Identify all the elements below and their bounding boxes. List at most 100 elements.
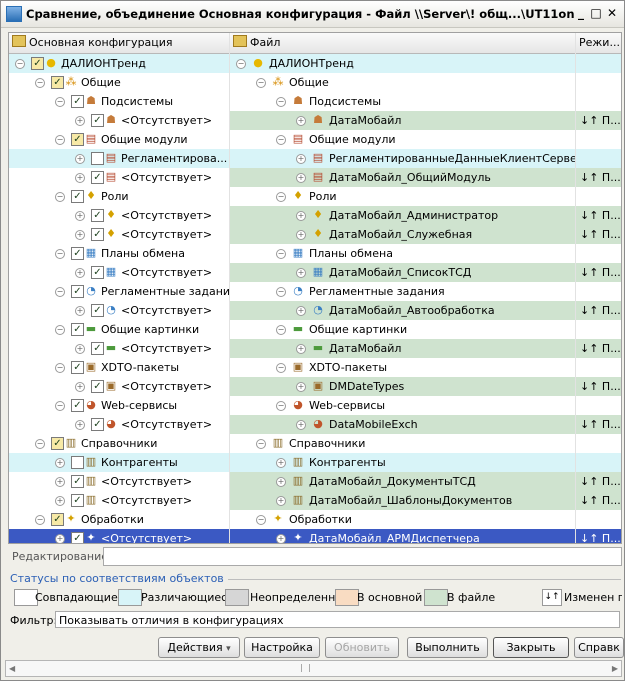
column-header-main-config[interactable]: Основная конфигурация xyxy=(9,33,230,53)
collapse-icon[interactable]: − xyxy=(276,401,286,411)
merge-mode-cell[interactable]: ↓↑ П... xyxy=(576,301,621,320)
expand-icon[interactable]: + xyxy=(296,116,306,126)
merge-checkbox[interactable]: ✓ xyxy=(71,494,84,507)
merge-mode-cell[interactable]: ↓↑ П... xyxy=(576,111,621,130)
tree-row[interactable]: + ▤ Регламентирова... + ▤ РегламентированныеД… xyxy=(9,149,621,168)
collapse-icon[interactable]: − xyxy=(55,363,65,373)
merge-mode-cell[interactable]: ↓↑ П... xyxy=(576,206,621,225)
tree-row[interactable]: − ✓ ▣ XDTO-пакеты − ▣ XDTO-пакеты xyxy=(9,358,621,377)
compare-tree-grid[interactable]: Основная конфигурация Файл Режи... − ✓ ● ДА… xyxy=(8,32,622,544)
tree-row[interactable]: − ✓ ▬ Общие картинки − ▬ Общие картинки xyxy=(9,320,621,339)
tree-row[interactable]: + ✓ ◔ <Отсутствует> + ◔ ДатаМобайл_Автообработ… xyxy=(9,301,621,320)
expand-icon[interactable]: + xyxy=(296,344,306,354)
merge-checkbox[interactable]: ✓ xyxy=(71,532,84,543)
expand-icon[interactable]: + xyxy=(276,496,286,506)
merge-checkbox[interactable]: ✓ xyxy=(91,304,104,317)
tree-row[interactable]: + ▥ Контрагенты + ▥ Контрагенты xyxy=(9,453,621,472)
collapse-icon[interactable]: − xyxy=(256,78,266,88)
merge-mode-cell[interactable] xyxy=(576,130,621,149)
merge-checkbox[interactable]: ✓ xyxy=(71,133,84,146)
tree-row[interactable]: + ✓ ▣ <Отсутствует> + ▣ DMDateTypes ↓↑ П... xyxy=(9,377,621,396)
collapse-icon[interactable]: − xyxy=(35,439,45,449)
merge-mode-cell[interactable] xyxy=(576,453,621,472)
expand-icon[interactable]: + xyxy=(296,420,306,430)
merge-mode-cell[interactable] xyxy=(576,358,621,377)
tree-row[interactable]: + ✓ ▬ <Отсутствует> + ▬ ДатаМобайл ↓↑ П... xyxy=(9,339,621,358)
expand-icon[interactable]: + xyxy=(55,477,65,487)
merge-checkbox[interactable]: ✓ xyxy=(31,57,44,70)
actions-button[interactable]: Действия ▾ xyxy=(158,637,240,658)
merge-checkbox[interactable]: ✓ xyxy=(71,190,84,203)
merge-mode-cell[interactable] xyxy=(576,434,621,453)
expand-icon[interactable]: + xyxy=(296,211,306,221)
execute-button[interactable]: Выполнить xyxy=(407,637,488,658)
expand-icon[interactable]: + xyxy=(276,458,286,468)
scroll-left-icon[interactable]: ◀ xyxy=(9,661,15,676)
tree-row[interactable]: − ✓ ▤ Общие модули − ▤ Общие модули xyxy=(9,130,621,149)
collapse-icon[interactable]: − xyxy=(256,439,266,449)
collapse-icon[interactable]: − xyxy=(276,97,286,107)
tree-row[interactable]: + ✓ ☗ <Отсутствует> + ☗ ДатаМобайл ↓↑ П... xyxy=(9,111,621,130)
expand-icon[interactable]: + xyxy=(296,268,306,278)
merge-checkbox[interactable]: ✓ xyxy=(91,380,104,393)
expand-icon[interactable]: + xyxy=(75,154,85,164)
expand-icon[interactable]: + xyxy=(75,382,85,392)
tree-row[interactable]: + ✓ ▦ <Отсутствует> + ▦ ДатаМобайл_СписокТСД ↓↑… xyxy=(9,263,621,282)
collapse-icon[interactable]: − xyxy=(35,78,45,88)
tree-row[interactable]: + ✓ ✦ <Отсутствует> + ✦ ДатаМобайл_АРМДиспетче… xyxy=(9,529,621,543)
collapse-icon[interactable]: − xyxy=(15,59,25,69)
expand-icon[interactable]: + xyxy=(75,306,85,316)
close-button[interactable]: ✕ xyxy=(605,6,619,20)
tree-row[interactable]: − ✓ ◔ Регламентные задани... − ◔ Регламентные … xyxy=(9,282,621,301)
collapse-icon[interactable]: − xyxy=(55,97,65,107)
collapse-icon[interactable]: − xyxy=(276,249,286,259)
merge-checkbox[interactable]: ✓ xyxy=(91,266,104,279)
expand-icon[interactable]: + xyxy=(75,116,85,126)
tree-row[interactable]: + ✓ ▥ <Отсутствует> + ▥ ДатаМобайл_ШаблоныДоку… xyxy=(9,491,621,510)
merge-mode-cell[interactable]: ↓↑ П... xyxy=(576,377,621,396)
expand-icon[interactable]: + xyxy=(75,344,85,354)
minimize-button[interactable]: _ xyxy=(574,6,588,20)
merge-mode-cell[interactable] xyxy=(576,54,621,73)
merge-checkbox[interactable] xyxy=(71,456,84,469)
scroll-grip-icon[interactable] xyxy=(301,664,310,672)
merge-checkbox[interactable]: ✓ xyxy=(71,475,84,488)
collapse-icon[interactable]: − xyxy=(276,287,286,297)
expand-icon[interactable]: + xyxy=(296,306,306,316)
merge-checkbox[interactable]: ✓ xyxy=(71,399,84,412)
merge-mode-cell[interactable]: ↓↑ П... xyxy=(576,472,621,491)
tree-row[interactable]: + ✓ ▥ <Отсутствует> + ▥ ДатаМобайл_ДокументыТС… xyxy=(9,472,621,491)
editing-field[interactable] xyxy=(103,547,622,566)
close-dialog-button[interactable]: Закрыть xyxy=(493,637,569,658)
expand-icon[interactable]: + xyxy=(75,173,85,183)
collapse-icon[interactable]: − xyxy=(55,325,65,335)
collapse-icon[interactable]: − xyxy=(236,59,246,69)
tree-row[interactable]: − ✓ ◕ Web-сервисы − ◕ Web-сервисы xyxy=(9,396,621,415)
expand-icon[interactable]: + xyxy=(75,211,85,221)
tree-row[interactable]: − ✓ ✦ Обработки − ✦ Обработки xyxy=(9,510,621,529)
filter-field[interactable]: Показывать отличия в конфигурациях xyxy=(55,611,620,628)
merge-checkbox[interactable]: ✓ xyxy=(71,285,84,298)
expand-icon[interactable]: + xyxy=(55,496,65,506)
merge-checkbox[interactable]: ✓ xyxy=(71,247,84,260)
collapse-icon[interactable]: − xyxy=(276,363,286,373)
tree-row[interactable]: − ✓ ♦ Роли − ♦ Роли xyxy=(9,187,621,206)
expand-icon[interactable]: + xyxy=(75,230,85,240)
merge-mode-cell[interactable] xyxy=(576,73,621,92)
collapse-icon[interactable]: − xyxy=(35,515,45,525)
collapse-icon[interactable]: − xyxy=(55,287,65,297)
merge-mode-cell[interactable] xyxy=(576,282,621,301)
collapse-icon[interactable]: − xyxy=(276,192,286,202)
collapse-icon[interactable]: − xyxy=(256,515,266,525)
collapse-icon[interactable]: − xyxy=(55,249,65,259)
tree-row[interactable]: + ✓ ◕ <Отсутствует> + ◕ DataMobileExch ↓↑ П... xyxy=(9,415,621,434)
collapse-icon[interactable]: − xyxy=(55,135,65,145)
merge-checkbox[interactable] xyxy=(91,152,104,165)
tree-row[interactable]: − ✓ ● ДАЛИОНТренд − ● ДАЛИОНТренд xyxy=(9,54,621,73)
tree-row[interactable]: − ✓ ▦ Планы обмена − ▦ Планы обмена xyxy=(9,244,621,263)
merge-checkbox[interactable]: ✓ xyxy=(91,228,104,241)
maximize-button[interactable]: □ xyxy=(589,6,603,20)
expand-icon[interactable]: + xyxy=(296,154,306,164)
expand-icon[interactable]: + xyxy=(276,534,286,543)
merge-checkbox[interactable]: ✓ xyxy=(91,418,104,431)
